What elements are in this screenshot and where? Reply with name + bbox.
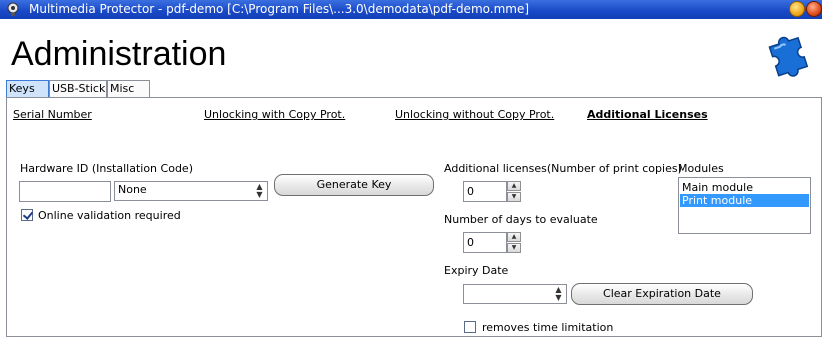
days-to-evaluate-spinner[interactable]: ▲ ▼ — [507, 232, 521, 253]
combo-arrow-icon[interactable]: ▲ ▼ — [253, 183, 266, 199]
combo-arrow-icon[interactable]: ▲ ▼ — [552, 286, 565, 302]
expiry-date-picker[interactable]: ▲ ▼ — [463, 284, 567, 304]
page-title: Administration — [11, 35, 227, 73]
additional-licenses-spinner[interactable]: ▲ ▼ — [507, 181, 521, 202]
generate-key-button[interactable]: Generate Key — [274, 174, 434, 196]
spin-up-icon[interactable]: ▲ — [507, 232, 521, 242]
minimize-icon[interactable] — [789, 1, 805, 17]
days-to-evaluate-field[interactable]: 0 — [463, 232, 507, 253]
modules-listbox[interactable]: Main module Print module — [678, 177, 811, 234]
puzzle-icon — [768, 36, 809, 77]
app-icon — [7, 2, 19, 16]
modules-label: Modules — [678, 162, 724, 175]
spin-down-icon[interactable]: ▼ — [507, 243, 521, 253]
clear-expiration-date-button[interactable]: Clear Expiration Date — [571, 283, 753, 305]
online-validation-checkbox[interactable] — [21, 209, 33, 221]
hardware-id-label: Hardware ID (Installation Code) — [20, 162, 193, 175]
hardware-id-select-value: None — [118, 183, 147, 196]
tab-keys[interactable]: Keys — [6, 80, 49, 97]
module-main[interactable]: Main module — [680, 181, 809, 194]
hardware-id-select[interactable]: None ▲ ▼ — [114, 181, 268, 201]
module-print[interactable]: Print module — [680, 194, 809, 207]
spin-down-icon[interactable]: ▼ — [507, 192, 521, 202]
subnav-serial-number[interactable]: Serial Number — [13, 108, 92, 121]
hardware-id-input[interactable] — [19, 181, 111, 202]
subnav-unlocking-with-copy-prot[interactable]: Unlocking with Copy Prot. — [204, 108, 345, 121]
removes-time-limitation-label: removes time limitation — [482, 321, 614, 334]
tab-misc[interactable]: Misc — [107, 80, 150, 97]
tab-usb-stick[interactable]: USB-Stick — [49, 80, 107, 97]
additional-licenses-label: Additional licenses(Number of print copi… — [444, 162, 682, 175]
window-title: Multimedia Protector - pdf-demo [C:\Prog… — [29, 2, 530, 16]
additional-licenses-field[interactable]: 0 — [463, 181, 507, 202]
spin-up-icon[interactable]: ▲ — [507, 181, 521, 191]
online-validation-label: Online validation required — [38, 209, 181, 222]
days-to-evaluate-label: Number of days to evaluate — [444, 213, 598, 226]
removes-time-limitation-checkbox[interactable] — [464, 321, 476, 333]
close-icon[interactable] — [806, 1, 822, 17]
title-bar: Multimedia Protector - pdf-demo [C:\Prog… — [0, 0, 822, 19]
expiry-date-label: Expiry Date — [444, 264, 509, 277]
subnav-additional-licenses[interactable]: Additional Licenses — [587, 108, 708, 121]
subnav-unlocking-without-copy-prot[interactable]: Unlocking without Copy Prot. — [395, 108, 554, 121]
